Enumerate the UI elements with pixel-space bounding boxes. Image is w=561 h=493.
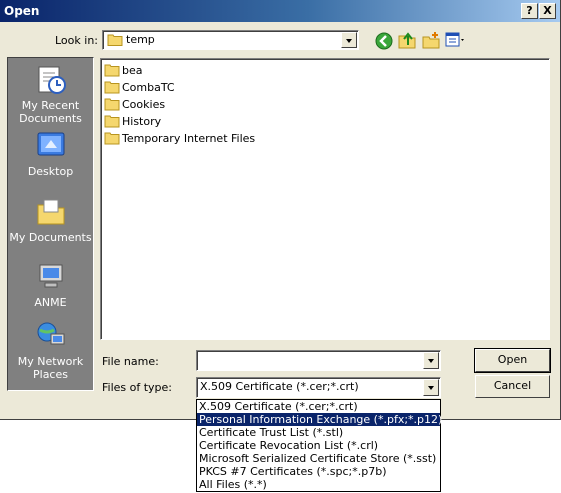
file-name: Cookies — [122, 97, 166, 111]
network-places-icon — [37, 322, 64, 345]
file-type-label: Files of type: — [102, 381, 173, 394]
list-item[interactable]: Cookies — [104, 96, 165, 112]
my-documents-icon — [37, 199, 64, 225]
back-icon[interactable] — [374, 31, 394, 51]
file-type-value: X.509 Certificate (*.cer;*.crt) — [200, 380, 359, 393]
place-label: My Recent Documents — [19, 99, 82, 125]
type-option[interactable]: All Files (*.*) — [197, 478, 440, 491]
place-label: ANME — [34, 296, 67, 309]
list-item[interactable]: Temporary Internet Files — [104, 130, 255, 146]
list-item[interactable]: CombaTC — [104, 79, 175, 95]
views-menu-icon[interactable] — [445, 30, 467, 50]
file-name-label: File name: — [102, 355, 159, 368]
up-folder-icon[interactable] — [397, 30, 417, 50]
folder-icon — [104, 81, 120, 94]
close-button[interactable]: X — [539, 3, 556, 19]
type-option[interactable]: PKCS #7 Certificates (*.spc;*.p7b) — [197, 465, 440, 478]
desktop-icon — [37, 132, 64, 156]
folder-icon — [104, 64, 120, 77]
file-type-select[interactable]: X.509 Certificate (*.cer;*.crt) — [196, 377, 441, 398]
place-network[interactable]: My Network Places — [8, 320, 93, 381]
file-name: History — [122, 114, 162, 128]
my-computer-icon — [39, 264, 62, 288]
folder-icon — [107, 34, 123, 46]
place-recent-documents[interactable]: My Recent Documents — [8, 64, 93, 125]
file-name: Temporary Internet Files — [122, 131, 256, 145]
file-type-dropdown-list[interactable]: X.509 Certificate (*.cer;*.crt) Personal… — [196, 399, 442, 492]
place-label: My Network Places — [17, 355, 84, 381]
folder-icon — [104, 132, 120, 145]
type-option[interactable]: Certificate Trust List (*.stl) — [197, 426, 440, 439]
new-folder-icon[interactable] — [421, 30, 441, 50]
open-button[interactable]: Open — [474, 348, 551, 373]
place-label: Desktop — [27, 165, 74, 178]
type-option[interactable]: Personal Information Exchange (*.pfx;*.p… — [197, 413, 442, 426]
cancel-button[interactable]: Cancel — [475, 375, 550, 398]
look-in-value: temp — [126, 33, 155, 46]
file-name: bea — [122, 63, 143, 77]
help-button[interactable]: ? — [521, 3, 538, 19]
place-label: My Documents — [9, 231, 92, 244]
type-option[interactable]: Certificate Revocation List (*.crl) — [197, 439, 440, 452]
type-option[interactable]: X.509 Certificate (*.cer;*.crt) — [197, 400, 440, 413]
look-in-dropdown-arrow[interactable] — [341, 32, 357, 48]
title-bar[interactable]: Open ? X — [0, 0, 560, 22]
folder-icon — [104, 98, 120, 111]
list-item[interactable]: bea — [104, 62, 143, 78]
open-dialog: Open ? X Look in: temp My Recent Documen… — [0, 0, 561, 420]
file-type-dropdown-arrow[interactable] — [423, 379, 439, 396]
places-bar: My Recent Documents Desktop My Documents — [7, 57, 94, 391]
type-option[interactable]: Microsoft Serialized Certificate Store (… — [197, 452, 440, 465]
place-my-documents[interactable]: My Documents — [8, 196, 93, 244]
list-item[interactable]: History — [104, 113, 161, 129]
file-name-input[interactable] — [196, 350, 441, 371]
place-computer[interactable]: ANME — [8, 261, 93, 309]
file-name: CombaTC — [122, 80, 175, 94]
look-in-combo[interactable]: temp — [102, 30, 359, 50]
look-in-label: Look in: — [55, 34, 98, 47]
place-desktop[interactable]: Desktop — [8, 130, 93, 178]
folder-icon — [104, 115, 120, 128]
file-name-dropdown-arrow[interactable] — [423, 352, 439, 369]
file-list[interactable]: bea CombaTC Cookies History Temporary In… — [100, 58, 550, 340]
recent-documents-icon — [38, 66, 66, 94]
window-title: Open — [4, 4, 40, 18]
